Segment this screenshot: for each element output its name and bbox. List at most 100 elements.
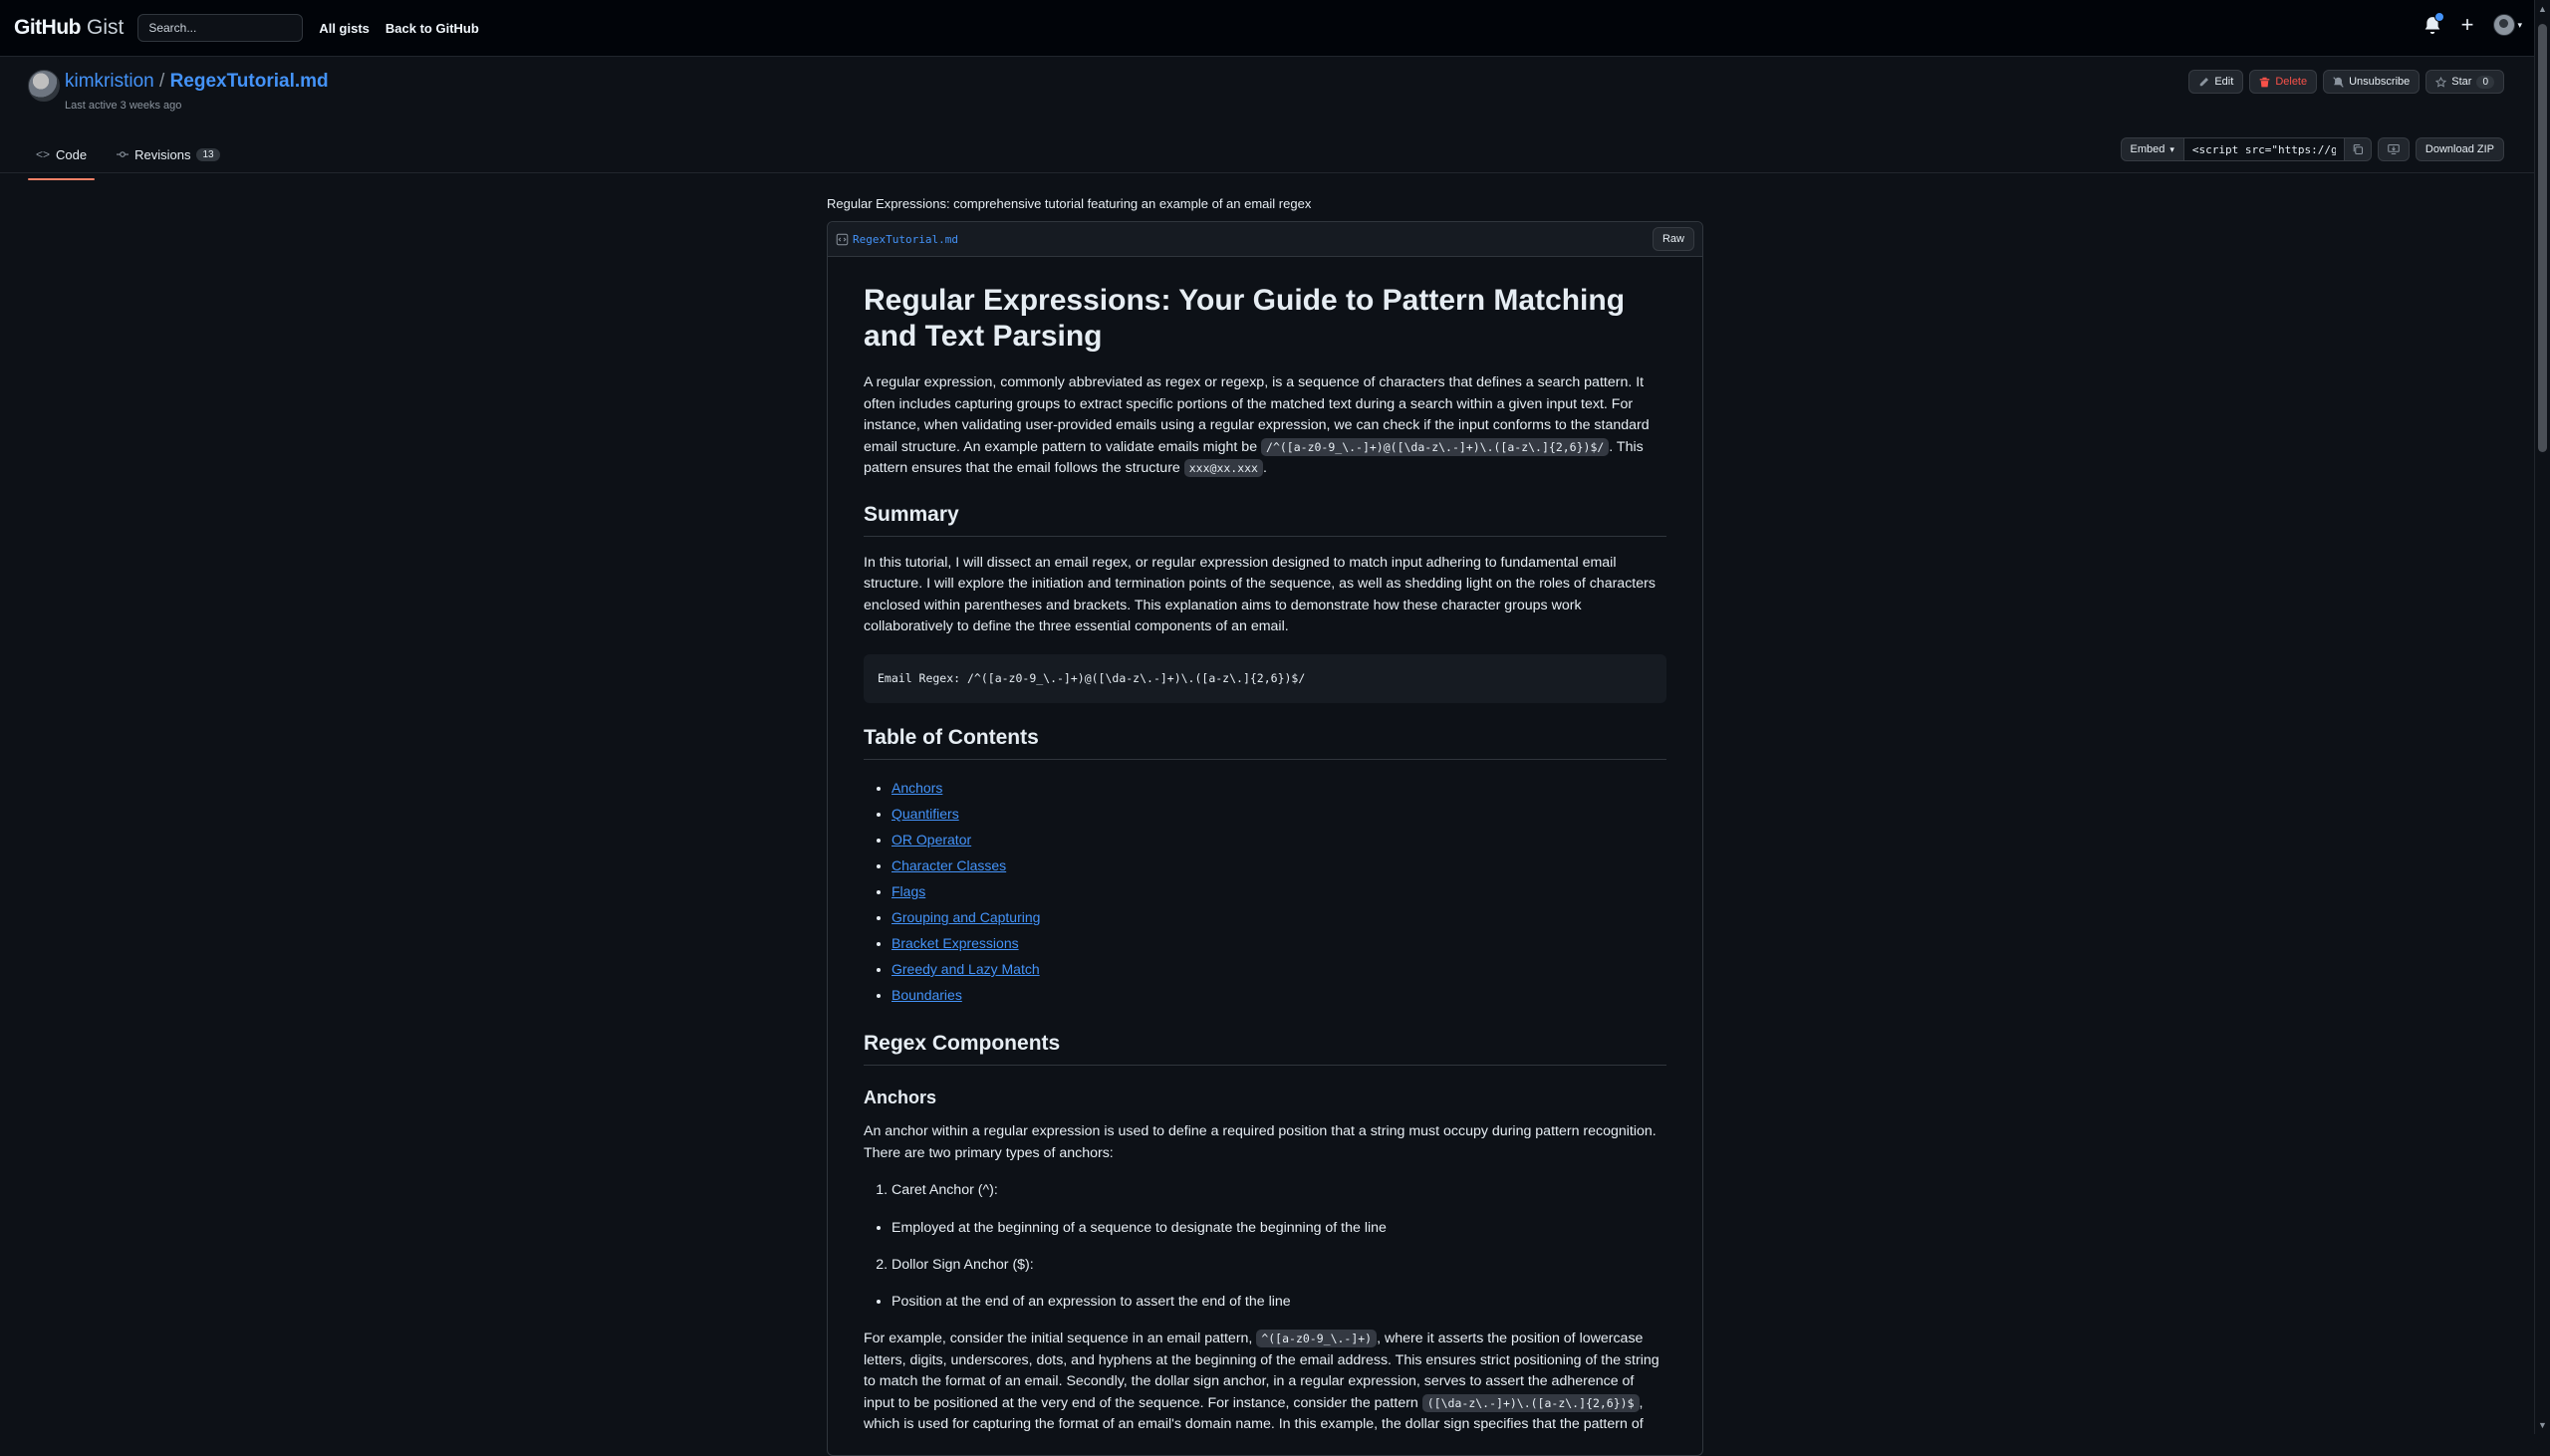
toc-item: Flags: [892, 879, 1666, 905]
search-input[interactable]: [137, 14, 304, 42]
download-zip-button[interactable]: Download ZIP: [2415, 137, 2504, 161]
toc-item: Quantifiers: [892, 802, 1666, 828]
file-name-link[interactable]: RegexTutorial.md: [853, 233, 958, 246]
gist-description: Regular Expressions: comprehensive tutor…: [827, 196, 1312, 211]
owner-avatar[interactable]: [28, 70, 60, 102]
caret-list: Caret Anchor (^):: [864, 1180, 1666, 1202]
trash-icon: [2260, 77, 2270, 87]
header-right-actions: + ▾: [2423, 12, 2522, 36]
last-active-text: Last active 3 weeks ago: [65, 100, 182, 112]
gist-title: kimkristion / RegexTutorial.md: [65, 71, 329, 93]
all-gists-link[interactable]: All gists: [319, 21, 370, 36]
edit-button[interactable]: Edit: [2188, 70, 2244, 94]
doc-title: Regular Expressions: Your Guide to Patte…: [864, 284, 1626, 353]
anchors-heading: Anchors: [864, 1088, 937, 1107]
bell-slash-icon: [2333, 76, 2344, 88]
notifications-bell-icon[interactable]: [2423, 12, 2444, 34]
toc-item: Greedy and Lazy Match: [892, 957, 1666, 983]
embed-toolbar: Embed ▾ Download ZIP: [2120, 137, 2504, 161]
top-navbar: GitHub Gist All gists Back to GitHub + ▾: [0, 0, 2550, 57]
create-new-plus-icon[interactable]: +: [2461, 14, 2474, 36]
open-desktop-button[interactable]: [2377, 137, 2410, 161]
caret-anchor-desc: Employed at the beginning of a sequence …: [892, 1216, 1666, 1241]
file-container: RegexTutorial.md Raw Regular Expressions…: [827, 221, 1703, 1456]
scrollbar-thumb[interactable]: [2538, 24, 2547, 452]
copy-icon: [2353, 143, 2363, 155]
back-to-github-link[interactable]: Back to GitHub: [385, 21, 479, 36]
chevron-down-icon: ▾: [2517, 19, 2522, 30]
star-count: 0: [2476, 75, 2494, 89]
embed-label: Embed: [2130, 143, 2166, 155]
toc-link-anchors[interactable]: Anchors: [892, 780, 942, 796]
intro-code-pattern: /^([a-z0-9_\.-]+)@([\da-z\.-]+)\.([a-z\.…: [1261, 437, 1610, 456]
owner-link[interactable]: kimkristion: [65, 71, 154, 92]
toc-heading: Table of Contents: [864, 725, 1666, 760]
toc-list: Anchors Quantifiers OR Operator Characte…: [864, 776, 1666, 1009]
pencil-icon: [2200, 77, 2209, 86]
delete-button[interactable]: Delete: [2249, 70, 2318, 94]
gist-filename-link[interactable]: RegexTutorial.md: [170, 71, 329, 92]
github-gist-logo[interactable]: GitHub Gist: [14, 16, 124, 40]
star-label: Star: [2451, 76, 2472, 88]
tab-revisions[interactable]: Revisions 13: [109, 137, 227, 171]
title-separator: /: [159, 71, 165, 92]
notification-dot: [2433, 12, 2444, 22]
user-avatar-icon: [2493, 14, 2516, 36]
gist-actions: Edit Delete Unsubscribe Star 0: [2188, 70, 2504, 94]
gist-tabs: <> Code Revisions 13: [28, 137, 228, 180]
user-menu-avatar[interactable]: ▾: [2493, 14, 2522, 36]
toc-link-or-operator[interactable]: OR Operator: [892, 832, 971, 848]
revisions-count: 13: [196, 147, 220, 161]
code-icon: <>: [36, 147, 51, 161]
caret-anchor-item: Caret Anchor (^):: [892, 1180, 1666, 1202]
email-regex-code-block: Email Regex: /^([a-z0-9_\.-]+)@([\da-z\.…: [864, 653, 1666, 703]
toc-item: Boundaries: [892, 983, 1666, 1009]
page-scrollbar[interactable]: ▲ ▼: [2534, 0, 2550, 1434]
copy-embed-button[interactable]: [2343, 137, 2372, 161]
example-code-1: ^([a-z0-9_\.-]+): [1256, 1330, 1378, 1347]
tabs-divider: [0, 172, 2535, 173]
star-icon: [2435, 76, 2447, 88]
tab-revisions-label: Revisions: [134, 146, 191, 162]
file-code-icon: [836, 233, 849, 245]
anchors-example-paragraph: For example, consider the initial sequen…: [864, 1329, 1666, 1436]
example-code-2: ([\da-z\.-]+)\.([a-z\.]{2,6})$: [1421, 1393, 1640, 1412]
toc-link-bracket-expressions[interactable]: Bracket Expressions: [892, 935, 1019, 951]
toc-link-quantifiers[interactable]: Quantifiers: [892, 806, 959, 822]
scroll-up-arrow-icon[interactable]: ▲: [2538, 4, 2547, 14]
toc-item: Bracket Expressions: [892, 931, 1666, 957]
summary-heading: Summary: [864, 502, 1666, 537]
summary-paragraph: In this tutorial, I will dissect an emai…: [864, 554, 1656, 635]
dollar-anchor-item: Dollor Sign Anchor ($):: [892, 1255, 1666, 1277]
toc-link-character-classes[interactable]: Character Classes: [892, 857, 1006, 873]
toc-item: OR Operator: [892, 828, 1666, 853]
star-button[interactable]: Star 0: [2425, 70, 2504, 94]
file-header: RegexTutorial.md Raw: [828, 222, 1702, 257]
chevron-down-icon: ▾: [2169, 143, 2174, 154]
raw-button[interactable]: Raw: [1652, 227, 1694, 251]
toc-link-greedy-lazy[interactable]: Greedy and Lazy Match: [892, 961, 1040, 977]
embed-group: Embed ▾: [2120, 137, 2372, 161]
intro-text-3: .: [1263, 460, 1267, 476]
dollar-desc-list: Position at the end of an expression to …: [864, 1290, 1666, 1315]
logo-gist: Gist: [86, 16, 125, 39]
scroll-down-arrow-icon[interactable]: ▼: [2538, 1420, 2547, 1430]
toc-link-grouping[interactable]: Grouping and Capturing: [892, 909, 1040, 925]
dollar-anchor-desc: Position at the end of an expression to …: [892, 1290, 1666, 1315]
toc-item: Grouping and Capturing: [892, 905, 1666, 931]
embed-code-field[interactable]: [2183, 137, 2344, 161]
example-text-1: For example, consider the initial sequen…: [864, 1331, 1257, 1346]
dollar-list: Dollor Sign Anchor ($):: [864, 1255, 1666, 1277]
anchors-paragraph: An anchor within a regular expression is…: [864, 1123, 1657, 1161]
toc-item: Character Classes: [892, 853, 1666, 879]
intro-code-structure: xxx@xx.xxx: [1183, 459, 1263, 477]
toc-link-flags[interactable]: Flags: [892, 883, 925, 899]
unsubscribe-button[interactable]: Unsubscribe: [2323, 70, 2421, 94]
intro-paragraph: A regular expression, commonly abbreviat…: [864, 372, 1666, 480]
toc-item: Anchors: [892, 776, 1666, 802]
toc-link-boundaries[interactable]: Boundaries: [892, 987, 962, 1003]
delete-label: Delete: [2275, 76, 2308, 88]
markdown-body: Regular Expressions: Your Guide to Patte…: [828, 257, 1702, 1436]
embed-dropdown[interactable]: Embed ▾: [2120, 137, 2184, 161]
tab-code[interactable]: <> Code: [28, 137, 96, 180]
